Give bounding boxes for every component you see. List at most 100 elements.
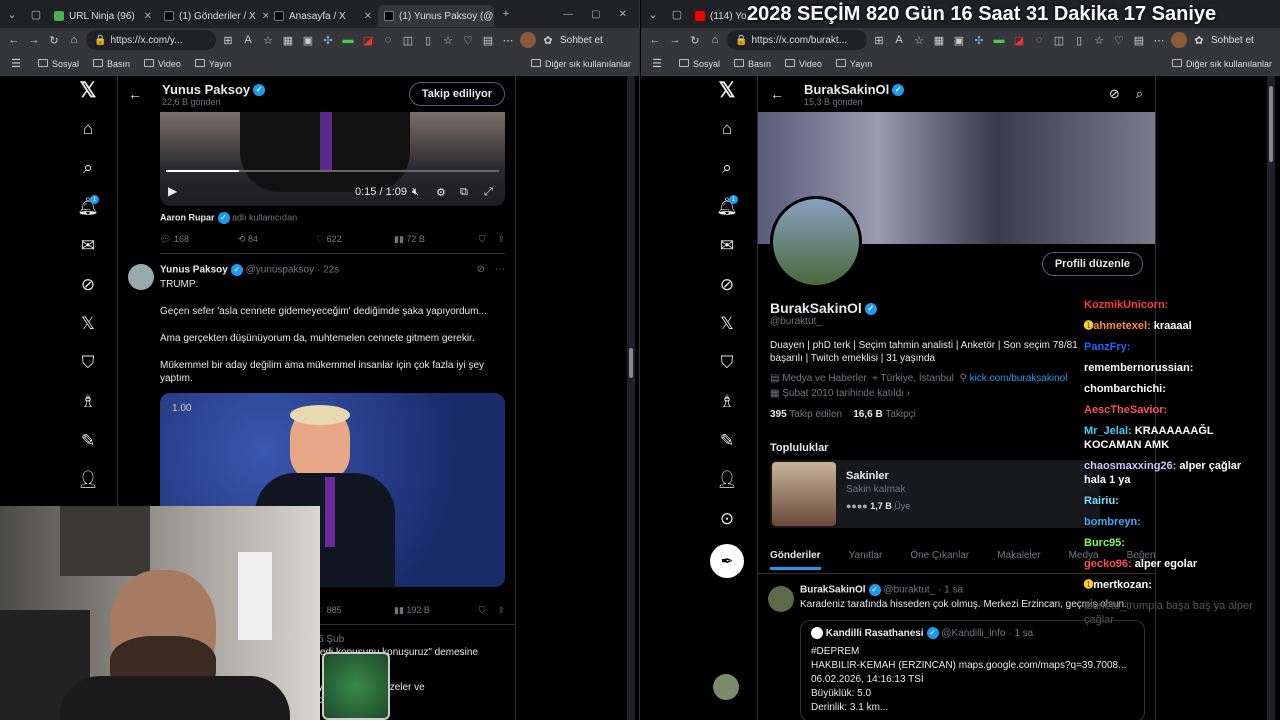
extension-icon[interactable]: ▣ <box>300 32 316 48</box>
tab-list-icon[interactable]: ☰ <box>649 56 665 72</box>
collections-icon[interactable]: ▤ <box>1131 32 1147 48</box>
notifications-icon[interactable]: 🔔︎ 1 <box>74 193 102 221</box>
mute-icon[interactable]: 🔇︎ <box>412 186 419 199</box>
extension-icon[interactable]: ▣ <box>951 32 967 48</box>
messages-icon[interactable]: ✉ <box>713 232 741 260</box>
tab-url-ninja[interactable]: URL Ninja (96) ✕ <box>48 5 158 27</box>
following-button[interactable]: Takip ediliyor <box>408 82 505 106</box>
chat-button[interactable]: Sohbet et <box>560 35 603 46</box>
search-icon[interactable]: ⌕ <box>1136 86 1143 102</box>
attribution-name[interactable]: Aaron Rupar <box>160 212 215 222</box>
favorite-star-icon[interactable]: ☆ <box>260 32 276 48</box>
home-icon[interactable]: ⌂ <box>66 32 82 48</box>
bookmark-sosyal[interactable]: Sosyal <box>679 58 720 69</box>
fullscreen-icon[interactable]: ⤢ <box>484 186 493 199</box>
copilot-icon[interactable]: ✿ <box>540 32 556 48</box>
favorite-star-icon[interactable]: ☆ <box>911 32 927 48</box>
share-icon[interactable]: ⇪ <box>497 234 505 245</box>
bookmark-video[interactable]: Video <box>144 58 181 69</box>
notifications-icon[interactable]: 🔔︎ 1 <box>713 193 741 221</box>
home-icon[interactable]: ⌂ <box>713 115 741 143</box>
heart-icon[interactable]: ♡ <box>460 32 476 48</box>
tab-yunus-paksoy[interactable]: (1) Yunus Paksoy (@✕ <box>378 5 494 27</box>
extension-icon[interactable]: ✣ <box>971 32 987 48</box>
minimize-button[interactable]: — <box>563 9 573 20</box>
bookmark-icon[interactable]: ⛉ <box>479 234 486 245</box>
collections-icon[interactable]: ▤ <box>480 32 496 48</box>
premium-icon[interactable]: 𝕏 <box>713 310 741 338</box>
tab-list-icon[interactable]: ☰ <box>8 56 24 72</box>
extension-icon[interactable]: ◪ <box>1011 32 1027 48</box>
apps-icon[interactable]: ⊞ <box>220 32 236 48</box>
grok-icon[interactable]: ⊘ <box>1109 86 1120 102</box>
forward-icon[interactable]: → <box>667 32 683 48</box>
extension-icon[interactable]: ◪ <box>360 32 376 48</box>
retweet-button[interactable]: ⟲ 84 <box>238 234 316 245</box>
profile-avatar[interactable] <box>770 196 862 288</box>
grok-icon[interactable]: ⊘ <box>477 264 485 275</box>
close-window-button[interactable]: ✕ <box>619 9 627 20</box>
bookmark-yayin[interactable]: Yayın <box>835 58 872 69</box>
sidebar-icon[interactable]: ▯ <box>1071 32 1087 48</box>
extension-icon[interactable]: ▬ <box>340 32 356 48</box>
views-button[interactable]: ▮▮ 192 B <box>394 605 464 616</box>
edit-profile-button[interactable]: Profili düzenle <box>1041 252 1143 276</box>
extension-icon[interactable]: ◌ <box>380 32 396 48</box>
bookmark-icon[interactable]: ⛉ <box>479 605 486 616</box>
split-screen-icon[interactable]: ◫ <box>1051 32 1067 48</box>
video-player[interactable]: ▶ 0:15 / 1:09 🔇︎ ⚙ ⧉ ⤢ <box>160 112 505 206</box>
chat-button[interactable]: Sohbet et <box>1211 35 1254 46</box>
maximize-button[interactable]: ▢ <box>591 9 600 20</box>
extension-icon[interactable]: ◌ <box>1031 32 1047 48</box>
search-icon[interactable]: ⌕ <box>74 154 102 182</box>
messages-icon[interactable]: ✉ <box>74 232 102 260</box>
more-icon[interactable]: ⋯ <box>1151 32 1167 48</box>
url-field[interactable]: 🔒 https://x.com/y... <box>86 30 216 50</box>
tab-anasayfa[interactable]: Anasayfa / X ✕ <box>268 5 378 27</box>
x-logo-icon[interactable]: 𝕏 <box>713 76 741 104</box>
read-aloud-icon[interactable]: A <box>891 32 907 48</box>
compose-icon[interactable]: ✎ <box>74 427 102 455</box>
tweet-author[interactable]: BurakSakinOl <box>800 585 866 596</box>
jobs-icon[interactable]: ♗ <box>74 388 102 416</box>
account-avatar[interactable] <box>713 674 739 700</box>
tab-replies[interactable]: Yanıtlar <box>849 550 883 573</box>
bookmark-yayin[interactable]: Yayın <box>194 58 231 69</box>
x-logo-icon[interactable]: 𝕏 <box>74 76 102 104</box>
grok-icon[interactable]: ⊘ <box>713 271 741 299</box>
scrollbar[interactable] <box>1267 76 1275 720</box>
close-icon[interactable]: ✕ <box>358 11 372 22</box>
pip-icon[interactable]: ⧉ <box>460 186 468 199</box>
favorites-icon[interactable]: ☆ <box>440 32 456 48</box>
bookmark-sosyal[interactable]: Sosyal <box>38 58 79 69</box>
following-count[interactable]: 395 <box>770 409 787 420</box>
tab-articles[interactable]: Makaleler <box>997 550 1040 573</box>
scrollbar[interactable] <box>627 76 635 720</box>
bookmarks-icon[interactable]: ⛉ <box>713 349 741 377</box>
avatar[interactable] <box>1171 32 1187 48</box>
favorites-icon[interactable]: ☆ <box>1091 32 1107 48</box>
search-icon[interactable]: ⌕ <box>713 154 741 182</box>
refresh-icon[interactable]: ↻ <box>687 32 703 48</box>
workspaces-icon[interactable]: ▢ <box>665 3 689 25</box>
read-aloud-icon[interactable]: A <box>240 32 256 48</box>
like-button[interactable]: ♡ 622 <box>316 234 394 245</box>
refresh-icon[interactable]: ↻ <box>46 32 62 48</box>
new-tab-button[interactable]: + <box>494 3 518 25</box>
avatar[interactable] <box>768 586 794 612</box>
reply-button[interactable]: 💬︎ 168 <box>160 234 238 245</box>
back-icon[interactable]: ← <box>647 32 663 48</box>
bookmark-other[interactable]: Diğer sık kullanılanlar <box>530 58 631 69</box>
extension-icon[interactable]: ✣ <box>320 32 336 48</box>
tab-gonderiler[interactable]: (1) Gönderiler / X✕ <box>158 5 268 27</box>
more-icon[interactable]: ⋯ <box>500 32 516 48</box>
bookmark-basin[interactable]: Basın <box>734 58 771 69</box>
views-button[interactable]: ▮▮ 72 B <box>394 234 464 245</box>
compose-icon[interactable]: ✎ <box>713 427 741 455</box>
profile-icon[interactable]: 👤︎ <box>74 466 102 494</box>
premium-icon[interactable]: 𝕏 <box>74 310 102 338</box>
extension-icon[interactable]: ▦ <box>280 32 296 48</box>
tab-actions-icon[interactable]: ⌄ <box>641 3 665 25</box>
sidebar-icon[interactable]: ▯ <box>420 32 436 48</box>
settings-icon[interactable]: ⚙ <box>436 186 446 199</box>
